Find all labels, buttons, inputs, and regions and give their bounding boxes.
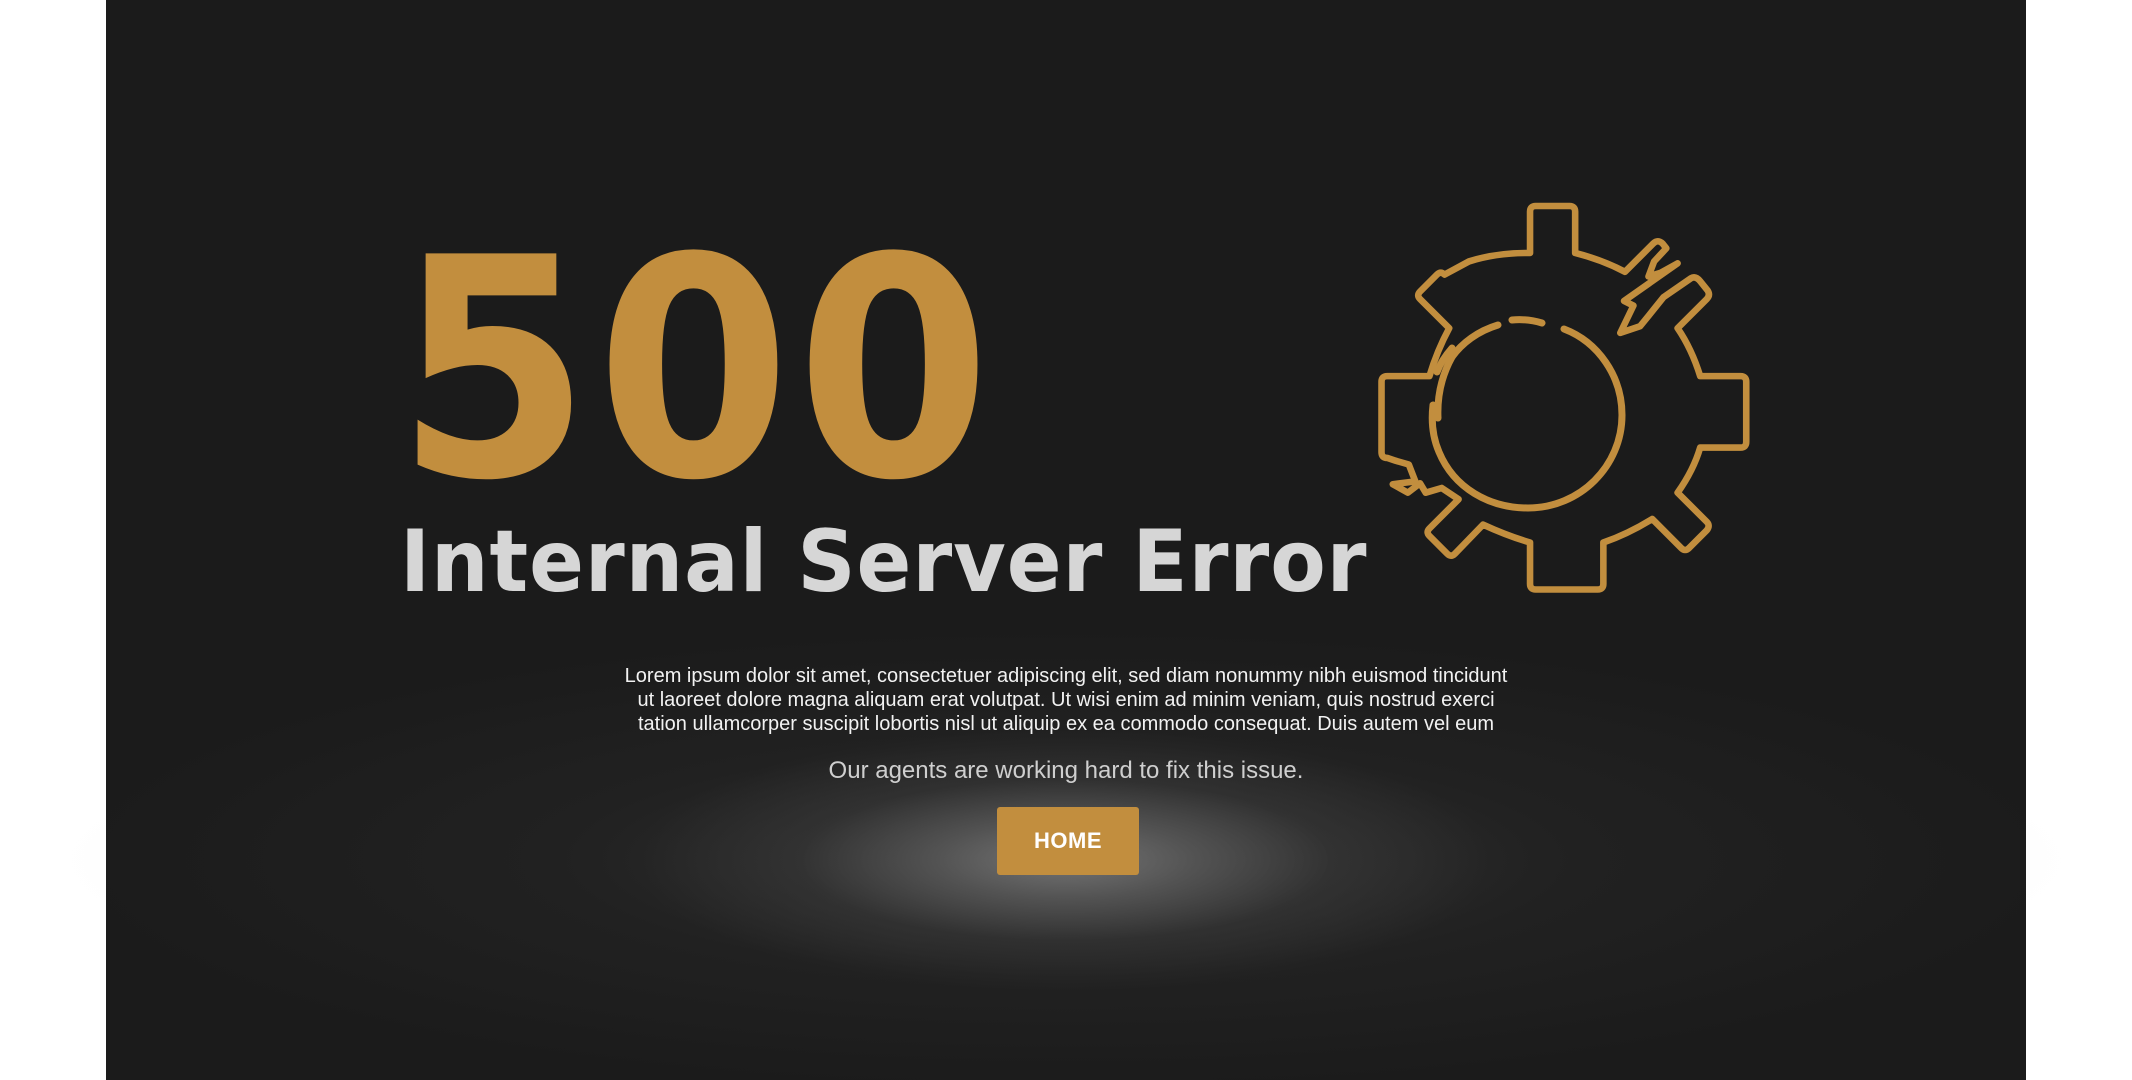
description-line: ut laoreet dolore magna aliquam erat vol… [637,689,1495,711]
status-message: Our agents are working hard to fix this … [828,757,1304,784]
error-title: Internal Server Error [400,512,1368,612]
error-description: Lorem ipsum dolor sit amet, consectetuer… [106,664,2026,736]
error-code: 500 [396,193,997,547]
description-line: Lorem ipsum dolor sit amet, consectetuer… [624,665,1508,687]
description-line: tation ullamcorper suscipit lobortis nis… [638,713,1494,735]
broken-gear-icon [1378,202,1750,593]
home-button[interactable]: HOME [997,807,1139,875]
error-page: 500 Internal Server Error Lorem ipsum do… [106,0,2026,1080]
